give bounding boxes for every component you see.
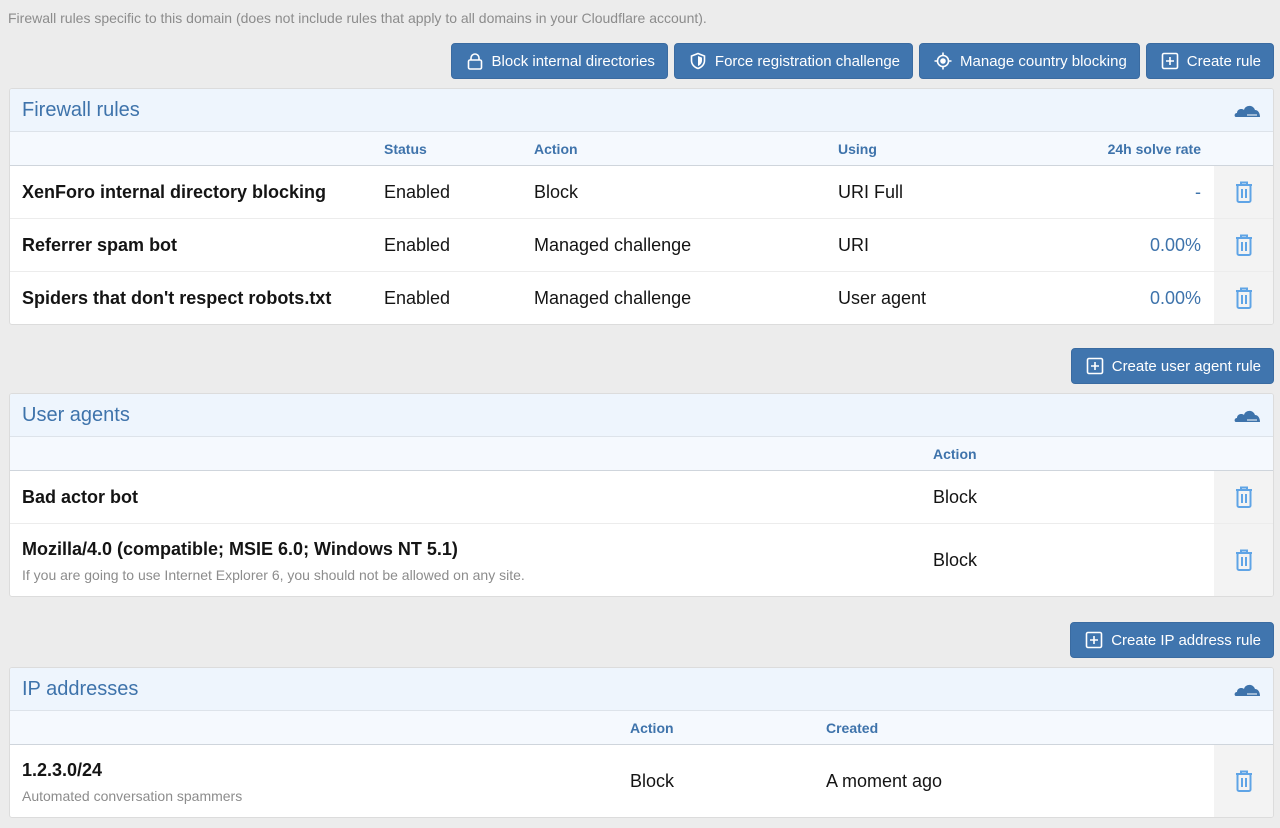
button-label: Create user agent rule <box>1111 357 1261 375</box>
block-title: Firewall rules <box>22 98 140 121</box>
button-label: Create IP address rule <box>1111 631 1261 649</box>
crosshair-icon <box>934 52 952 70</box>
table-header: Action Created <box>10 711 1273 745</box>
block-title: User agents <box>22 403 130 426</box>
create-ip-address-rule-button[interactable]: Create IP address rule <box>1070 622 1274 658</box>
table-row[interactable]: Mozilla/4.0 (compatible; MSIE 6.0; Windo… <box>10 524 1273 596</box>
trash-icon <box>1235 549 1252 571</box>
user-agent-note: If you are going to use Internet Explore… <box>22 567 525 583</box>
rule-name[interactable]: Referrer spam bot <box>22 235 177 256</box>
rule-using: URI Full <box>838 182 904 202</box>
rule-using: URI <box>838 235 869 255</box>
button-label: Force registration challenge <box>714 52 901 70</box>
create-user-agent-rule-button[interactable]: Create user agent rule <box>1070 348 1274 384</box>
plus-square-icon <box>1085 631 1103 649</box>
solve-rate: 0.00% <box>1149 235 1201 255</box>
table-header: Action <box>10 437 1273 471</box>
trash-icon <box>1235 770 1252 792</box>
block-title: IP addresses <box>22 677 139 700</box>
rule-name[interactable]: XenForo internal directory blocking <box>22 182 326 203</box>
table-row[interactable]: XenForo internal directory blocking Enabl… <box>10 166 1273 219</box>
cloudflare-cloud-icon <box>1234 684 1260 696</box>
table-row[interactable]: Bad actor bot Block <box>10 471 1273 524</box>
delete-button[interactable] <box>1214 524 1273 596</box>
delete-button[interactable] <box>1214 745 1273 817</box>
lock-icon <box>467 53 482 70</box>
shield-icon <box>690 52 706 70</box>
manage-country-blocking-button[interactable]: Manage country blocking <box>919 43 1140 79</box>
user-agent-name[interactable]: Bad actor bot <box>22 487 138 508</box>
column-action[interactable]: Action <box>630 720 674 736</box>
table-row[interactable]: Referrer spam bot Enabled Managed challeng… <box>10 219 1273 272</box>
column-status[interactable]: Status <box>384 141 427 157</box>
firewall-rules-block: Firewall rules Status Action Using 24h s… <box>9 88 1274 325</box>
table-header: Status Action Using 24h solve rate <box>10 132 1273 166</box>
delete-button[interactable] <box>1214 471 1273 523</box>
solve-rate: 0.00% <box>1149 288 1201 308</box>
block-header: User agents <box>10 394 1273 437</box>
force-registration-challenge-button[interactable]: Force registration challenge <box>673 43 914 79</box>
ip-action: Block <box>630 771 675 791</box>
trash-icon <box>1235 181 1252 203</box>
intro-text: Firewall rules specific to this domain (… <box>8 10 707 26</box>
create-rule-button[interactable]: Create rule <box>1145 43 1274 79</box>
trash-icon <box>1235 287 1252 309</box>
delete-button[interactable] <box>1214 166 1273 218</box>
button-label: Block internal directories <box>491 52 655 70</box>
delete-button[interactable] <box>1214 272 1273 324</box>
rule-action: Block <box>534 182 579 202</box>
column-action[interactable]: Action <box>534 141 578 157</box>
button-label: Create rule <box>1186 52 1261 70</box>
ip-addresses-block: IP addresses Action Created 1.2.3.0/24 Au… <box>9 667 1274 818</box>
table-row[interactable]: 1.2.3.0/24 Automated conversation spammer… <box>10 745 1273 817</box>
block-internal-directories-button[interactable]: Block internal directories <box>450 43 668 79</box>
user-agents-block: User agents Action Bad actor bot Block Moz… <box>9 393 1274 597</box>
column-solve-rate[interactable]: 24h solve rate <box>1108 141 1201 157</box>
trash-icon <box>1235 486 1252 508</box>
rule-using: User agent <box>838 288 927 308</box>
table-row[interactable]: Spiders that don't respect robots.txt Ena… <box>10 272 1273 324</box>
top-toolbar: Block internal directories Force registr… <box>450 43 1274 79</box>
block-header: IP addresses <box>10 668 1273 711</box>
column-using[interactable]: Using <box>838 141 877 157</box>
trash-icon <box>1235 234 1252 256</box>
ip-created: A moment ago <box>826 771 943 791</box>
column-action[interactable]: Action <box>933 446 977 462</box>
user-agent-action: Block <box>933 487 978 507</box>
delete-button[interactable] <box>1214 219 1273 271</box>
rule-status: Enabled <box>384 235 451 255</box>
rule-status: Enabled <box>384 288 451 308</box>
block-header: Firewall rules <box>10 89 1273 132</box>
rule-action: Managed challenge <box>534 235 692 255</box>
rule-action: Managed challenge <box>534 288 692 308</box>
user-agent-name[interactable]: Mozilla/4.0 (compatible; MSIE 6.0; Windo… <box>22 539 458 560</box>
rule-name[interactable]: Spiders that don't respect robots.txt <box>22 288 331 309</box>
user-agents-toolbar: Create user agent rule <box>1070 348 1274 384</box>
solve-rate: - <box>1195 182 1201 202</box>
plus-square-icon <box>1161 52 1179 70</box>
plus-square-icon <box>1086 357 1104 375</box>
button-label: Manage country blocking <box>960 52 1127 70</box>
user-agent-action: Block <box>933 550 978 570</box>
column-created[interactable]: Created <box>826 720 878 736</box>
cloudflare-cloud-icon <box>1234 410 1260 422</box>
ip-address[interactable]: 1.2.3.0/24 <box>22 760 102 781</box>
cloudflare-cloud-icon <box>1234 105 1260 117</box>
ip-addresses-toolbar: Create IP address rule <box>1070 622 1274 658</box>
rule-status: Enabled <box>384 182 451 202</box>
ip-note: Automated conversation spammers <box>22 788 243 804</box>
